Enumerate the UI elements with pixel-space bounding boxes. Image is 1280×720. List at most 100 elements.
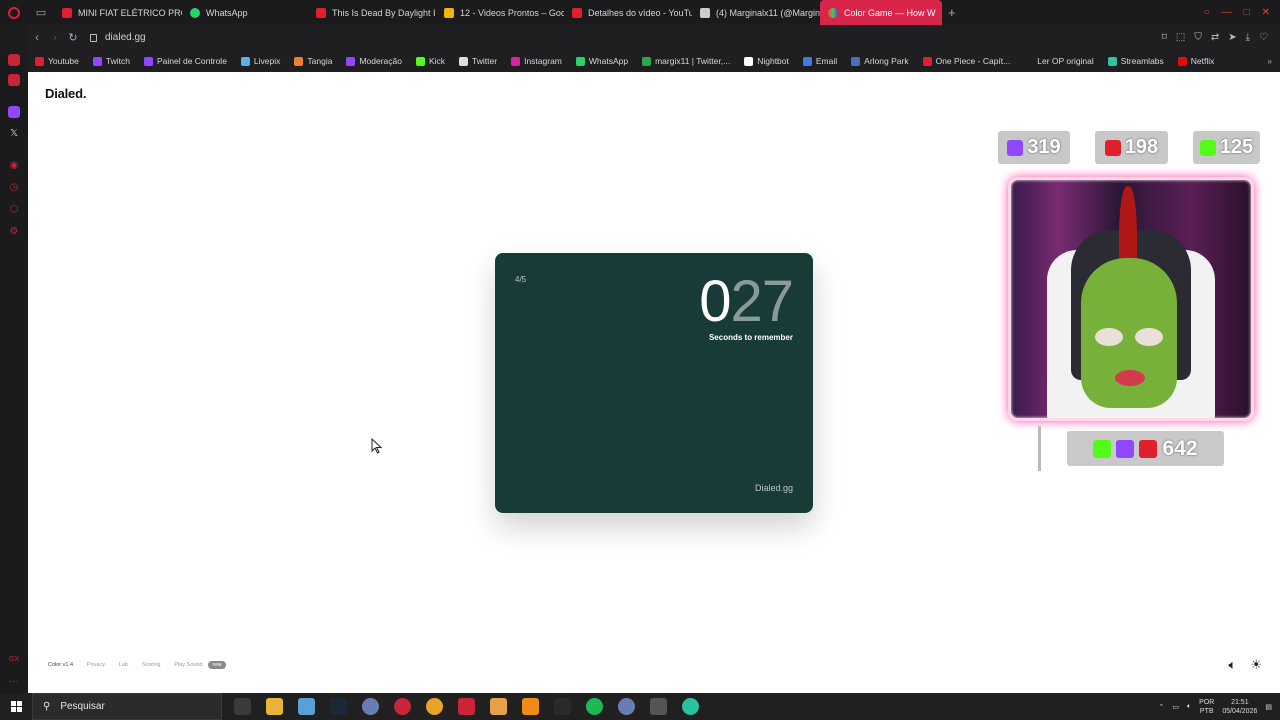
tab-label: 12 - Videos Prontos – Goo (460, 7, 564, 18)
bookmark-nightbot[interactable]: Nightbot (744, 56, 789, 66)
maximize-icon[interactable]: □ (1244, 7, 1250, 18)
bookmark-painel-de-controle[interactable]: Painel de Controle (143, 56, 227, 66)
bookmark-livepix[interactable]: Livepix (240, 56, 280, 66)
scoring-link[interactable]: Scoring (142, 662, 161, 668)
bookmark-ler-op-original[interactable]: Ler OP original (1024, 56, 1094, 66)
file-explorer-icon[interactable] (266, 698, 283, 715)
reload-button[interactable]: ↻ (64, 31, 82, 44)
x-icon[interactable]: 𝕏 (0, 128, 28, 139)
opera-gx-icon[interactable] (394, 698, 411, 715)
bookmark-icon[interactable]: ⌑ (1162, 32, 1167, 43)
bookmark-email[interactable]: Email (802, 56, 838, 66)
bookmark-label: Email (815, 56, 838, 66)
youtube-icon (572, 7, 582, 18)
task-view-icon[interactable] (234, 698, 251, 715)
history-icon[interactable]: ◷ (0, 182, 28, 193)
keyboard-layout: PTB (1199, 707, 1214, 715)
bookmark-arlong-park[interactable]: Arlong Park (851, 56, 909, 66)
start-button[interactable] (0, 701, 32, 712)
bookmark-favicon-icon (575, 56, 585, 66)
obs-icon-2[interactable] (618, 698, 635, 715)
bookmark-tangia[interactable]: Tangia (294, 56, 332, 66)
tab-color-game[interactable]: Color Game — How W (820, 0, 942, 25)
shield-icon[interactable]: ⛉ (1194, 32, 1202, 43)
more-icon[interactable]: ··· (0, 676, 28, 687)
minimize-icon[interactable]: — (1222, 7, 1232, 18)
notepad-icon[interactable] (298, 698, 315, 715)
bookmark-instagram[interactable]: Instagram (511, 56, 562, 66)
theme-toggle-icon[interactable]: ☀︎ (1250, 657, 1262, 673)
clock[interactable]: 21:51 05/04/2026 (1222, 698, 1257, 716)
bookmark-margix11-twitter[interactable]: margix11 | Twitter,... (642, 56, 730, 66)
bookmark-modera-o[interactable]: Moderação (346, 56, 402, 66)
tab-twitter[interactable]: (4) Marginalx11 (@Margin (692, 0, 820, 25)
spotify-icon[interactable] (586, 698, 603, 715)
lab-link[interactable]: Lab (119, 662, 128, 668)
footer-controls: 🔈︎ ☀︎ (1229, 657, 1262, 673)
windows-icon (10, 701, 22, 712)
stream-icon[interactable] (8, 54, 20, 66)
language-indicator[interactable]: POR PTB (1199, 698, 1214, 716)
site-logo[interactable]: Dialed. (45, 86, 86, 101)
send-icon[interactable]: ➤ (1228, 32, 1236, 43)
gx-icon[interactable]: GX (0, 656, 28, 663)
messenger-icon[interactable] (8, 74, 20, 86)
tray-arrow-icon[interactable]: ⌃ (1158, 703, 1164, 711)
bookmark-favicon-icon (802, 56, 812, 66)
new-tab-button[interactable]: + (942, 5, 962, 20)
bookmark-favicon-icon (1024, 56, 1034, 66)
address-bar: ‹ › ↻ dialed.gg ⌑ ⬚ ⛉ ⇄ ➤ ⤓ ♡ (28, 25, 1280, 50)
search-tabs-icon[interactable]: ○ (1204, 7, 1210, 18)
logitech-icon[interactable] (650, 698, 667, 715)
sound-icon[interactable]: 🔈︎ (1229, 657, 1237, 673)
lock-icon (90, 33, 97, 42)
chrome-icon[interactable] (426, 698, 443, 715)
tab-youtube-studio[interactable]: Detalhes do vídeo - YouTu (564, 0, 692, 25)
bookmark-kick[interactable]: Kick (415, 56, 445, 66)
tab-overview-icon[interactable]: ▭ (28, 0, 54, 25)
bookmark-label: Netflix (1190, 56, 1215, 66)
webcam-overlay (1008, 177, 1254, 421)
tab-google-drive[interactable]: 12 - Videos Prontos – Goo (436, 0, 564, 25)
bookmarks-overflow-icon[interactable]: » (1267, 56, 1280, 66)
voicemeeter-icon[interactable] (458, 698, 475, 715)
obs-icon[interactable] (362, 698, 379, 715)
bookmark-youtube[interactable]: Youtube (35, 56, 79, 66)
bookmark-netflix[interactable]: Netflix (1177, 56, 1215, 66)
bookmark-streamlabs[interactable]: Streamlabs (1107, 56, 1164, 66)
forward-button[interactable]: › (46, 32, 64, 44)
bookmark-twitch[interactable]: Twitch (92, 56, 130, 66)
extensions-icon[interactable]: ⬡ (0, 204, 28, 215)
vlc-icon[interactable] (522, 698, 539, 715)
translate-icon[interactable]: ⇄ (1211, 32, 1219, 43)
notifications-icon[interactable]: ▤ (1265, 703, 1272, 711)
tab-whatsapp[interactable]: WhatsApp (182, 0, 308, 25)
download-icon[interactable]: ⤓ (1246, 32, 1250, 43)
opera-menu-button[interactable] (0, 0, 28, 25)
url-field[interactable]: dialed.gg (90, 32, 146, 43)
player-icon[interactable]: ◉ (0, 160, 28, 171)
steam-icon[interactable] (330, 698, 347, 715)
bookmark-label: Moderação (359, 56, 402, 66)
bookmark-one-piece-cap-t[interactable]: One Piece - Capít... (922, 56, 1010, 66)
bookmark-twitter[interactable]: Twitter (459, 56, 497, 66)
tab-mini-fiat[interactable]: MINI FIAT ELÉTRICO PRO! (54, 0, 182, 25)
tab-label: WhatsApp (206, 7, 248, 18)
network-icon[interactable]: ▭ (1172, 703, 1179, 711)
privacy-link[interactable]: Privacy (87, 662, 105, 668)
back-button[interactable]: ‹ (28, 32, 46, 44)
play-sound-link[interactable]: Play Sound (174, 662, 202, 668)
close-icon[interactable]: ✕ (1262, 7, 1270, 18)
snapshot-icon[interactable]: ⬚ (1176, 32, 1185, 43)
audio-tool-icon[interactable] (554, 698, 571, 715)
tab-dead-by-daylight[interactable]: This Is Dead By Daylight I (308, 0, 436, 25)
timer-lead-digit: 0 (699, 269, 731, 334)
taskbar-search[interactable]: ⚲ Pesquisar (32, 693, 222, 720)
heart-icon[interactable]: ♡ (1259, 32, 1268, 43)
media-player-icon[interactable] (490, 698, 507, 715)
streamlabs-icon[interactable] (682, 698, 699, 715)
bookmark-whatsapp[interactable]: WhatsApp (575, 56, 628, 66)
twitch-icon[interactable] (8, 106, 20, 118)
settings-icon[interactable]: ⚙ (0, 226, 28, 237)
speaker-icon[interactable]: 🔈︎ (1187, 703, 1191, 711)
